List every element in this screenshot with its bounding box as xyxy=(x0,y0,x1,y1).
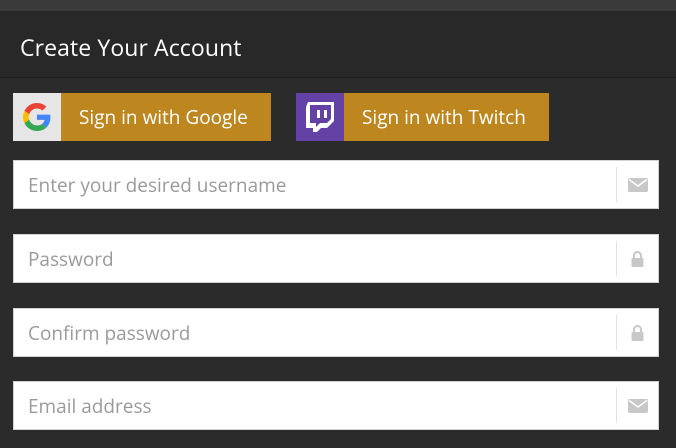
twitch-signin-label: Sign in with Twitch xyxy=(362,104,526,130)
google-signin-button[interactable]: Sign in with Google xyxy=(13,93,271,141)
lock-icon xyxy=(616,241,658,276)
username-field xyxy=(13,160,659,209)
envelope-icon xyxy=(616,388,658,423)
password-field xyxy=(13,234,659,283)
google-g-icon xyxy=(13,93,61,141)
page-title: Create Your Account xyxy=(20,31,242,63)
username-input[interactable] xyxy=(14,161,616,208)
google-signin-label: Sign in with Google xyxy=(79,104,248,130)
confirm-password-field xyxy=(13,308,659,357)
lock-icon xyxy=(616,315,658,350)
password-input[interactable] xyxy=(14,235,616,282)
email-field xyxy=(13,381,659,430)
email-input[interactable] xyxy=(14,382,616,429)
top-strip xyxy=(0,0,676,11)
twitch-icon xyxy=(296,93,344,141)
confirm-password-input[interactable] xyxy=(14,309,616,356)
header: Create Your Account xyxy=(0,11,676,78)
envelope-icon xyxy=(616,167,658,202)
twitch-signin-button[interactable]: Sign in with Twitch xyxy=(296,93,549,141)
